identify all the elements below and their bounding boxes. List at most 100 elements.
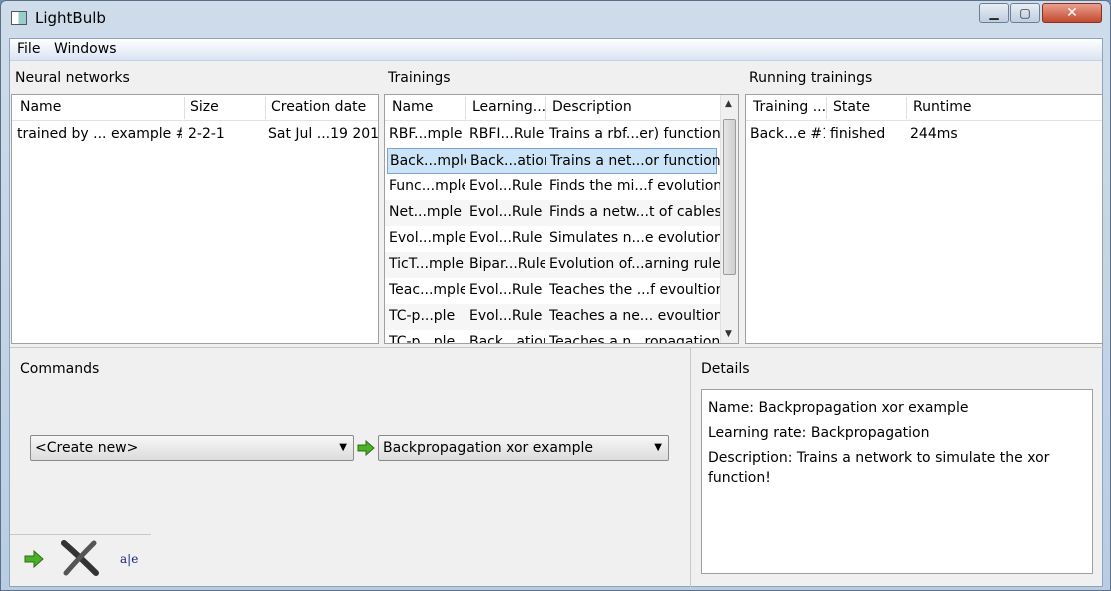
running-table[interactable]: Training ... State Runtime Back...e #1 f…	[745, 94, 1103, 344]
column-separator[interactable]	[265, 97, 266, 119]
cell-name: Net...mple	[389, 204, 462, 220]
column-header-learning-rule[interactable]: Learning...	[472, 99, 546, 115]
cell-name: RBF...mple	[389, 126, 463, 142]
table-row[interactable]: Evol...mple Evol...Rule Simulates n...e ev…	[385, 226, 738, 252]
create-new-combo[interactable]: <Create new> ▼	[30, 435, 354, 461]
create-new-combo-value: <Create new>	[35, 440, 139, 456]
trainings-table-header: Name Learning... Description	[385, 95, 738, 121]
delete-icon[interactable]	[60, 539, 100, 577]
chevron-down-icon: ▼	[654, 442, 662, 453]
cell-learning-rule: Evol...Rule	[469, 308, 543, 324]
horizontal-splitter[interactable]	[10, 347, 1104, 348]
table-row[interactable]: TC-p...ple Evol...Rule Teaches a ne... evo…	[385, 304, 738, 330]
vertical-splitter[interactable]	[690, 348, 691, 588]
cell-name: Func...mple	[389, 178, 465, 194]
column-header-name[interactable]: Name	[20, 99, 61, 115]
cell-state: finished	[830, 126, 886, 142]
cell-learning-rule: Bipar...Rule	[469, 256, 545, 272]
app-icon	[11, 11, 27, 25]
table-row[interactable]: TC-p...ple Back...ation Teaches a n...ropa…	[385, 330, 738, 344]
trainings-scrollbar[interactable]: ▲ ▼	[720, 95, 738, 343]
commands-label: Commands	[20, 361, 100, 377]
toolbar-separator	[10, 534, 151, 535]
details-label: Details	[701, 361, 750, 377]
networks-table-header: Name Size Creation date	[12, 95, 378, 121]
cell-learning-rule: Evol...Rule	[469, 178, 543, 194]
scroll-thumb[interactable]	[723, 119, 736, 275]
cell-name: Back...mple	[390, 153, 466, 169]
rename-icon[interactable]: a|e	[120, 552, 138, 566]
cell-runtime: 244ms	[910, 126, 958, 142]
window-title: LightBulb	[35, 9, 106, 27]
table-row[interactable]: Teac...mple Evol...Rule Teaches the ...f e…	[385, 278, 738, 304]
cell-name: Evol...mple	[389, 230, 465, 246]
column-separator[interactable]	[826, 97, 827, 119]
menu-bar: File Windows	[10, 39, 1102, 61]
trainings-table[interactable]: Name Learning... Description RBF...mple R…	[384, 94, 739, 344]
cell-training: Back...e #1	[750, 126, 825, 142]
run-icon[interactable]	[24, 550, 44, 568]
menu-file[interactable]: File	[17, 41, 40, 57]
column-header-training[interactable]: Training ...	[753, 99, 826, 115]
table-row[interactable]: Func...mple Evol...Rule Finds the mi...f e…	[385, 174, 738, 200]
cell-date: Sat Jul ...19 2016	[268, 126, 378, 142]
cell-learning-rule: Evol...Rule	[469, 204, 543, 220]
column-separator[interactable]	[465, 97, 466, 119]
cell-name: TC-p...ple	[389, 334, 456, 344]
column-header-description[interactable]: Description	[552, 99, 632, 115]
column-header-runtime[interactable]: Runtime	[913, 99, 971, 115]
scroll-up-icon[interactable]: ▲	[725, 99, 732, 109]
cell-size: 2-2-1	[188, 126, 225, 142]
trainings-label: Trainings	[388, 70, 451, 86]
training-combo-value: Backpropagation xor example	[383, 440, 593, 456]
minimize-button[interactable]: ▁	[979, 3, 1009, 23]
running-table-header: Training ... State Runtime	[746, 95, 1102, 121]
cell-description: Teaches a n...ropagation.	[549, 334, 721, 344]
cell-description: Trains a rbf...er) function!	[549, 126, 721, 142]
menu-windows[interactable]: Windows	[54, 41, 117, 57]
scroll-down-icon[interactable]: ▼	[725, 329, 732, 339]
column-separator[interactable]	[545, 97, 546, 119]
details-description: Description: Trains a network to simulat…	[708, 450, 1050, 486]
table-row[interactable]: Net...mple Evol...Rule Finds a netw...t of…	[385, 200, 738, 226]
cell-name: TC-p...ple	[389, 308, 456, 324]
details-learning-rate: Learning rate: Backpropagation	[708, 425, 930, 441]
networks-label: Neural networks	[15, 70, 130, 86]
cell-description: Teaches a ne... evoultion.	[549, 308, 721, 324]
cell-description: Trains a net...or function!	[550, 153, 722, 169]
cell-learning-rule: Back...ation	[469, 334, 545, 344]
cell-learning-rule: Evol...Rule	[469, 230, 543, 246]
app-window: LightBulb ▁ ▢ ✕ File Windows Neural netw…	[0, 0, 1111, 591]
green-arrow-icon	[357, 440, 375, 456]
cell-description: Evolution of...arning rule.	[549, 256, 721, 272]
cell-description: Finds the mi...f evolution!	[549, 178, 721, 194]
networks-table[interactable]: Name Size Creation date trained by ... e…	[11, 94, 379, 344]
chevron-down-icon: ▼	[339, 442, 347, 453]
cell-learning-rule: Back...ation	[470, 153, 546, 169]
close-button[interactable]: ✕	[1042, 3, 1102, 23]
cell-learning-rule: RBFI...Rule	[469, 126, 545, 142]
table-row[interactable]: Back...mple Back...ation Trains a net...or…	[387, 148, 722, 174]
cell-learning-rule: Evol...Rule	[469, 282, 543, 298]
column-separator[interactable]	[184, 97, 185, 119]
cell-description: Finds a netw...t of cables.	[549, 204, 721, 220]
column-header-state[interactable]: State	[833, 99, 870, 115]
training-combo[interactable]: Backpropagation xor example ▼	[378, 435, 669, 461]
maximize-button[interactable]: ▢	[1010, 3, 1040, 23]
cell-name: Teac...mple	[389, 282, 465, 298]
client-area: File Windows Neural networks Name Size C…	[9, 38, 1104, 588]
title-bar[interactable]: LightBulb ▁ ▢ ✕	[1, 1, 1110, 37]
cell-name: trained by ... example #1	[17, 126, 182, 142]
table-row[interactable]: Back...e #1 finished 244ms	[746, 122, 1102, 148]
table-row[interactable]: RBF...mple RBFI...Rule Trains a rbf...er) …	[385, 122, 738, 148]
cell-name: TicT...mple	[389, 256, 464, 272]
running-label: Running trainings	[749, 70, 873, 86]
table-row[interactable]: TicT...mple Bipar...Rule Evolution of...ar…	[385, 252, 738, 278]
column-header-size[interactable]: Size	[190, 99, 219, 115]
details-panel: Name: Backpropagation xor example Learni…	[701, 389, 1093, 574]
cell-description: Teaches the ...f evoultion.	[549, 282, 721, 298]
column-header-creation-date[interactable]: Creation date	[271, 99, 366, 115]
column-separator[interactable]	[906, 97, 907, 119]
column-header-name[interactable]: Name	[392, 99, 433, 115]
table-row[interactable]: trained by ... example #1 2-2-1 Sat Jul …	[12, 122, 378, 148]
